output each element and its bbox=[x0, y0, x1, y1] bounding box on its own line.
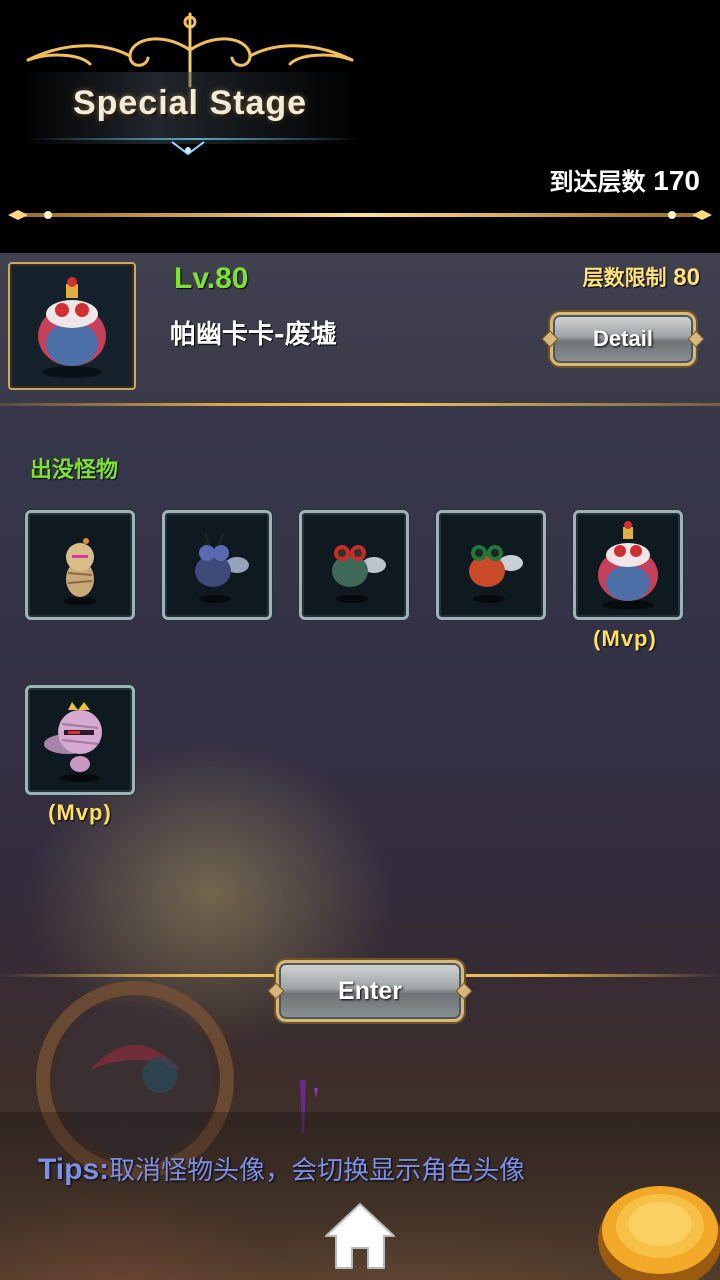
floors-reached-value: 170 bbox=[653, 165, 700, 196]
fly-blue-icon bbox=[195, 532, 249, 603]
monster-tile-mummy-small[interactable] bbox=[25, 510, 135, 620]
mummy-icon bbox=[64, 538, 96, 605]
mvp-label-boss: (Mvp) bbox=[593, 626, 657, 651]
coin-decoration bbox=[598, 1186, 720, 1280]
monster-tile-king-fly-boss[interactable] bbox=[573, 510, 683, 620]
fly-green-icon bbox=[332, 545, 386, 603]
stage-level: Lv.80 bbox=[174, 262, 249, 295]
mvp-label-mummy-king: (Mvp) bbox=[48, 800, 112, 825]
tips-value: 取消怪物头像，会切换显示角色头像 bbox=[109, 1156, 526, 1186]
tips-key: Tips: bbox=[38, 1153, 110, 1186]
floor-limit: 层数限制 80 bbox=[583, 262, 700, 292]
floor-limit-label: 层数限制 bbox=[582, 265, 667, 290]
floors-reached: 到达层数 170 bbox=[550, 162, 701, 197]
monster-tile-fly-blue[interactable] bbox=[162, 510, 272, 620]
floors-reached-label: 到达层数 bbox=[549, 167, 646, 196]
boss-fly-icon bbox=[598, 521, 658, 610]
monster-tile-fly-green[interactable] bbox=[299, 510, 409, 620]
header: Special Stage 到达层数 170 bbox=[0, 0, 720, 250]
gem-icon bbox=[171, 141, 205, 156]
monsters-label: 出没怪物 bbox=[30, 457, 119, 483]
fly-red-icon bbox=[469, 545, 523, 603]
enter-button[interactable]: Enter bbox=[276, 960, 464, 1022]
info-separator bbox=[0, 403, 720, 406]
detail-button[interactable]: Detail bbox=[550, 312, 696, 366]
gold-divider bbox=[8, 210, 712, 220]
monster-tile-mummy-king[interactable] bbox=[25, 685, 135, 795]
monster-tile-fly-red[interactable] bbox=[436, 510, 546, 620]
boss-avatar[interactable] bbox=[8, 262, 136, 390]
boss-portrait-icon bbox=[38, 277, 106, 378]
stage-name: 帕幽卡卡-废墟 bbox=[170, 320, 337, 350]
page-title: Special Stage bbox=[72, 84, 308, 122]
floor-limit-value: 80 bbox=[673, 264, 700, 291]
tips-text: Tips:取消怪物头像，会切换显示角色头像 bbox=[38, 1150, 525, 1187]
home-icon[interactable] bbox=[322, 1200, 398, 1272]
mummy-king-icon bbox=[44, 702, 102, 782]
